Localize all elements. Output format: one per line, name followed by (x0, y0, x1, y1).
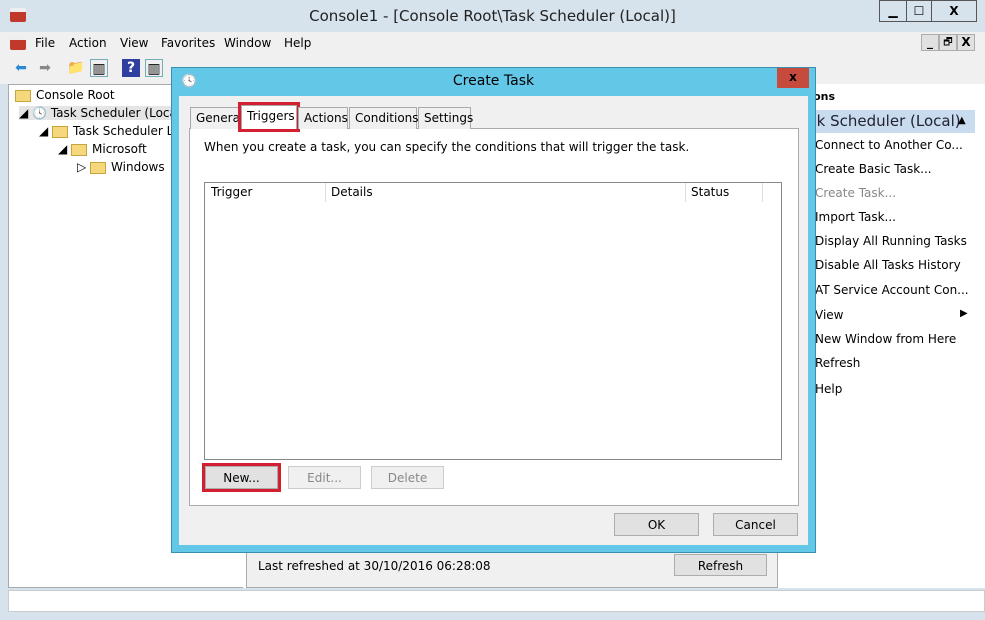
action-display-running[interactable]: Display All Running Tasks (815, 234, 967, 248)
forward-arrow-icon[interactable]: ➡ (36, 59, 54, 77)
tree-item-windows[interactable]: ▷ Windows (77, 160, 165, 174)
folder-clock-icon (52, 125, 69, 138)
folder-icon (71, 143, 88, 156)
action-connect[interactable]: Connect to Another Co... (815, 138, 963, 152)
tab-conditions[interactable]: Conditions (349, 107, 419, 129)
dialog-title: Create Task (452, 73, 535, 89)
back-arrow-icon[interactable]: ⬅ (12, 59, 30, 77)
action-new-window[interactable]: New Window from Here (815, 332, 956, 346)
column-header-status[interactable]: Status (686, 183, 763, 202)
triggers-description: When you create a task, you can specify … (204, 140, 690, 154)
tab-settings[interactable]: Settings (418, 107, 473, 129)
menu-action[interactable]: Action (69, 36, 107, 50)
cancel-button[interactable]: Cancel (713, 513, 798, 536)
refresh-button[interactable]: Refresh (674, 554, 767, 576)
tree-item-task-scheduler[interactable]: ◢ 🕓 Task Scheduler (Local) (19, 106, 185, 120)
tab-triggers[interactable]: Triggers (238, 102, 300, 132)
tree-item-console-root[interactable]: Console Root (15, 88, 115, 102)
collapse-icon[interactable]: ▲ (958, 115, 966, 126)
child-minimize-button[interactable]: _ (921, 34, 939, 51)
menu-help[interactable]: Help (284, 36, 311, 50)
maximize-button[interactable]: ☐ (906, 0, 932, 22)
dialog-close-button[interactable]: x (777, 68, 809, 88)
new-trigger-button[interactable]: New... (202, 463, 281, 492)
last-refreshed-text: Last refreshed at 30/10/2016 06:28:08 (258, 559, 491, 573)
action-create-basic-task[interactable]: Create Basic Task... (815, 162, 932, 176)
action-refresh[interactable]: Refresh (815, 356, 860, 370)
action-import-task[interactable]: Import Task... (815, 210, 896, 224)
tree-label: Windows (111, 160, 165, 174)
ok-button[interactable]: OK (614, 513, 699, 536)
column-header-details[interactable]: Details (326, 183, 686, 202)
status-bar (8, 590, 985, 612)
child-window-icon[interactable] (10, 36, 26, 50)
minimize-button[interactable]: ▁ (879, 0, 907, 22)
submenu-arrow-icon: ▶ (960, 308, 968, 319)
show-hide-action-pane-icon[interactable]: ▥ (145, 59, 163, 77)
help-icon[interactable]: ? (122, 59, 140, 77)
action-create-task[interactable]: Create Task... (815, 186, 896, 200)
show-hide-tree-icon[interactable]: ▥ (90, 59, 108, 77)
folder-icon (15, 89, 31, 102)
tree-label: Task Scheduler (Local) (50, 106, 185, 120)
action-help[interactable]: Help (815, 382, 842, 396)
column-header-trigger[interactable]: Trigger (205, 183, 326, 202)
close-button[interactable]: X (931, 0, 977, 22)
folder-icon (90, 161, 107, 174)
edit-trigger-button[interactable]: Edit... (288, 466, 361, 489)
action-at-service-account[interactable]: AT Service Account Con... (815, 283, 969, 297)
action-view[interactable]: View (815, 308, 843, 322)
menu-window[interactable]: Window (224, 36, 271, 50)
tree-item-microsoft[interactable]: ◢ Microsoft (58, 142, 147, 156)
menu-file[interactable]: File (35, 36, 55, 50)
menu-favorites[interactable]: Favorites (161, 36, 215, 50)
child-restore-button[interactable]: 🗗 (939, 34, 957, 51)
menu-view[interactable]: View (120, 36, 148, 50)
delete-trigger-button[interactable]: Delete (371, 466, 444, 489)
window-title: Console1 - [Console Root\Task Scheduler … (309, 7, 676, 25)
action-disable-history[interactable]: Disable All Tasks History (815, 258, 961, 272)
tree-label: Console Root (36, 88, 115, 102)
tab-general[interactable]: General (190, 107, 243, 129)
up-folder-icon[interactable]: 📁 (67, 59, 85, 77)
tree-label: Microsoft (92, 142, 147, 156)
child-close-button[interactable]: X (957, 34, 975, 51)
triggers-list[interactable] (204, 182, 782, 460)
actions-section-title: Task Scheduler (Local) (793, 112, 961, 130)
tab-actions[interactable]: Actions (298, 107, 348, 129)
clock-icon: 🕓 (32, 106, 47, 120)
